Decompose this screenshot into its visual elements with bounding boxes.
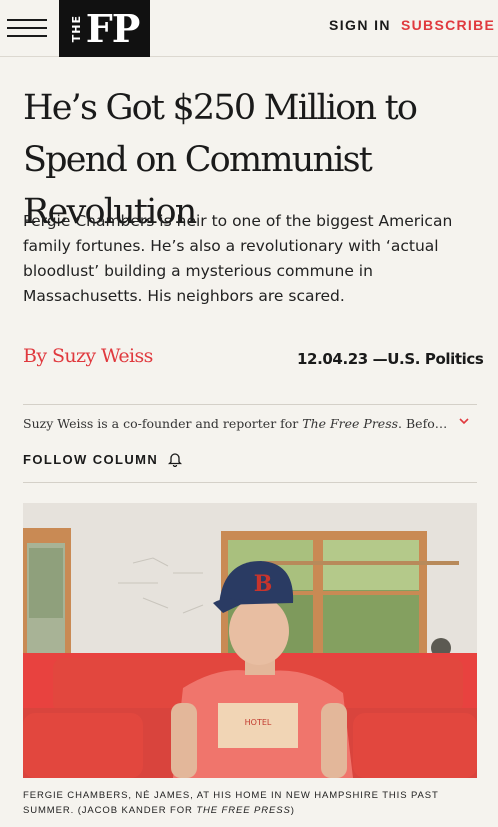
logo-the-text: THE bbox=[69, 14, 83, 43]
image-caption: FERGIE CHAMBERS, NÉ JAMES, AT HIS HOME I… bbox=[23, 788, 463, 818]
author-bio: Suzy Weiss is a co-founder and reporter … bbox=[23, 416, 453, 431]
subscribe-link[interactable]: SUBSCRIBE bbox=[401, 17, 495, 33]
publish-date: 12.04.23 bbox=[297, 350, 368, 368]
follow-column-label: FOLLOW COLUMN bbox=[23, 451, 159, 467]
article-hero-image: HOTEL B bbox=[23, 503, 477, 778]
site-header: THE FP SIGN IN SUBSCRIBE bbox=[0, 0, 498, 57]
site-logo[interactable]: THE FP bbox=[59, 0, 150, 57]
svg-text:B: B bbox=[254, 571, 273, 597]
bio-text: Suzy Weiss is a co-founder and reporter … bbox=[23, 416, 303, 431]
bio-text-continued: . Before that she was a staff writer... bbox=[398, 416, 453, 431]
caption-publication: THE FREE PRESS bbox=[196, 805, 291, 816]
date-separator: — bbox=[367, 350, 388, 368]
follow-column-button[interactable]: FOLLOW COLUMN bbox=[23, 451, 183, 468]
caption-text-end: ) bbox=[290, 805, 295, 816]
byline-prefix: By bbox=[23, 345, 52, 367]
bell-icon bbox=[168, 451, 183, 468]
chevron-down-icon[interactable] bbox=[458, 414, 470, 430]
bio-publication: The Free Press bbox=[302, 416, 399, 431]
author-link[interactable]: Suzy Weiss bbox=[52, 345, 153, 367]
sign-in-link[interactable]: SIGN IN bbox=[329, 17, 391, 33]
logo-fp-text: FP bbox=[85, 5, 141, 51]
svg-text:HOTEL: HOTEL bbox=[245, 718, 272, 727]
article-dek: Fergie Chambers is heir to one of the bi… bbox=[23, 212, 453, 305]
section-link[interactable]: U.S. Politics bbox=[387, 350, 484, 368]
byline: By Suzy Weiss bbox=[23, 345, 153, 367]
hamburger-menu-icon[interactable] bbox=[7, 19, 47, 39]
divider bbox=[23, 482, 477, 483]
divider bbox=[23, 404, 477, 405]
dateline: 12.04.23 —U.S. Politics bbox=[297, 350, 484, 368]
